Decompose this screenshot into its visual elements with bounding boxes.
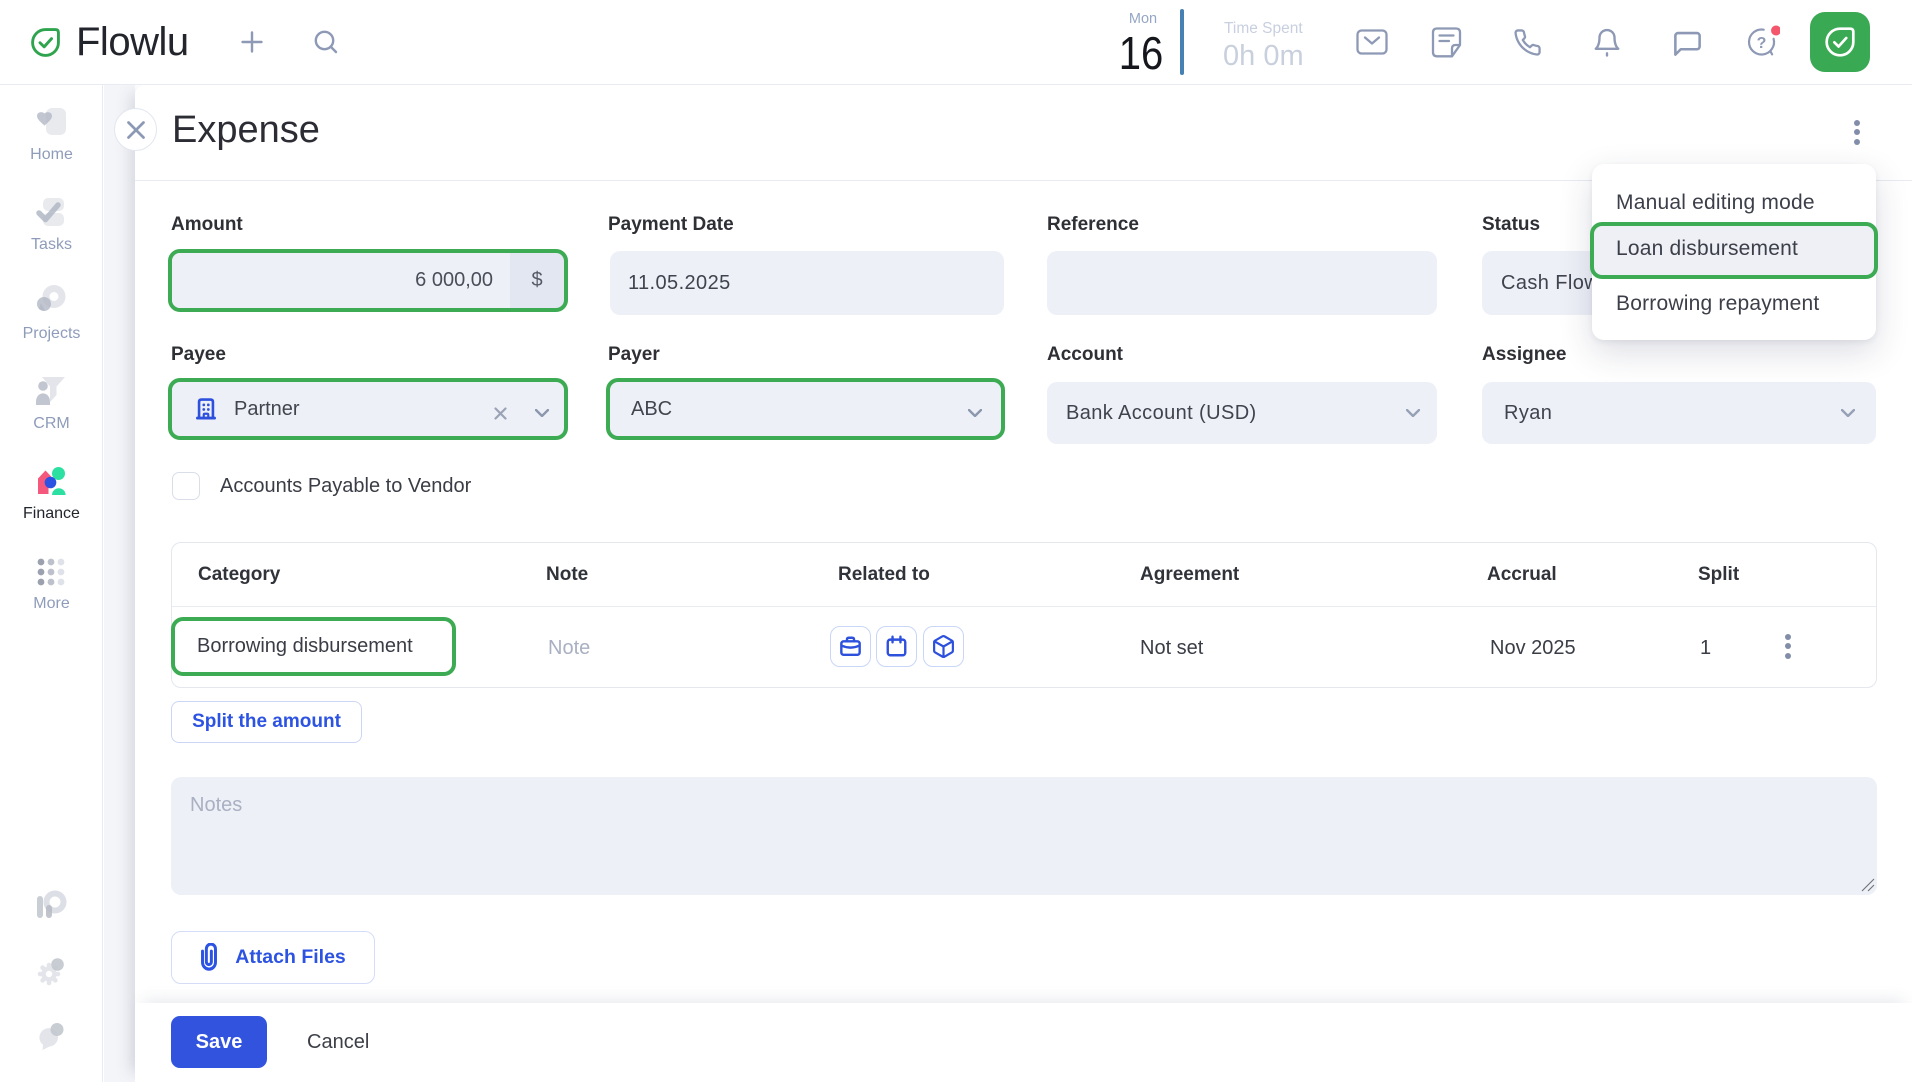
svg-text:?: ? <box>1757 35 1767 52</box>
